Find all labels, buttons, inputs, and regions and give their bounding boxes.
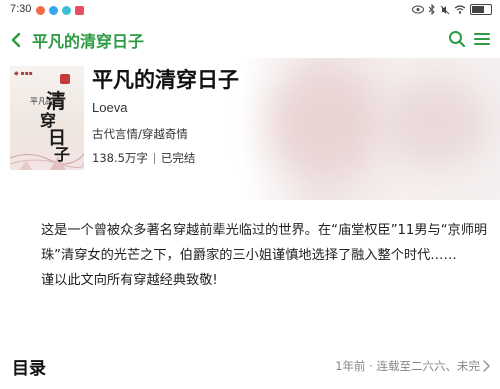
svg-text:子: 子: [54, 145, 70, 164]
eye-icon: [412, 5, 424, 14]
search-icon: [449, 31, 466, 48]
notification-icon: [75, 6, 84, 15]
book-title: 平凡的清穿日子: [92, 68, 239, 92]
book-cover[interactable]: ◆ ▪▪▪ 清 穿 日 子 平凡的: [10, 66, 84, 170]
notification-icon: [36, 6, 45, 15]
background-blur: [270, 68, 380, 178]
chevron-right-icon: [483, 360, 491, 372]
cover-title-art: 清 穿 日 子 平凡的: [30, 89, 70, 164]
svg-text:平凡的: 平凡的: [30, 96, 54, 106]
menu-button[interactable]: [474, 31, 490, 47]
battery-icon: [470, 4, 492, 15]
back-button[interactable]: [8, 29, 24, 51]
wifi-icon: [454, 5, 466, 14]
mute-icon: [440, 5, 450, 14]
status-bar: 7:30: [0, 0, 500, 22]
table-of-contents-row[interactable]: 目录 1年前 · 连载至二六六、未完: [0, 348, 500, 389]
search-button[interactable]: [448, 30, 466, 48]
book-author[interactable]: Loeva: [92, 100, 127, 115]
toc-update-info: 1年前 · 连载至二六六、未完: [335, 359, 480, 373]
book-info-header: ◆ ▪▪▪ 清 穿 日 子 平凡的 平凡的清穿日子 Loeva 古代言情/穿越奇…: [0, 58, 500, 200]
bluetooth-icon: [428, 4, 435, 15]
completion-status: 已完结: [160, 151, 196, 165]
description-paragraph: 这是一个曾被众多著名穿越前辈光临过的世界。在“庙堂权臣”11男与“京师明珠”清穿…: [41, 223, 488, 263]
background-blur: [380, 78, 490, 168]
system-icons: [412, 4, 492, 15]
top-navigation-bar: 平凡的清穿日子: [0, 22, 500, 58]
status-time: 7:30: [10, 3, 32, 15]
book-stats: 138.5万字 已完结: [92, 150, 195, 166]
chevron-left-icon: [11, 32, 21, 48]
menu-icon: [474, 33, 490, 45]
page-title: 平凡的清穿日子: [32, 32, 145, 51]
book-description: 这是一个曾被众多著名穿越前辈光临过的世界。在“庙堂权臣”11男与“京师明珠”清穿…: [12, 218, 490, 293]
book-genre: 古代言情/穿越奇情: [92, 127, 188, 141]
notification-icons: [36, 6, 84, 15]
notification-icon: [49, 6, 58, 15]
toc-label: 目录: [12, 359, 46, 379]
description-paragraph: 谨以此文向所有穿越经典致敬!: [41, 273, 218, 288]
notification-icon: [62, 6, 71, 15]
word-count: 138.5万字: [92, 151, 148, 165]
stats-divider: [153, 152, 155, 164]
